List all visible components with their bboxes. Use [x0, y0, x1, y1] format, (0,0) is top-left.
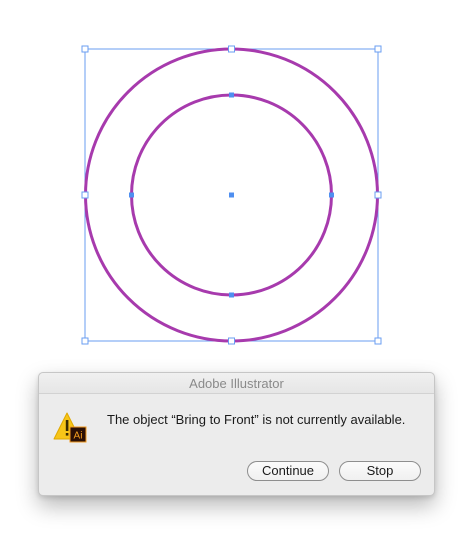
alert-dialog: Adobe Illustrator Ai The object “Bring t…: [38, 372, 435, 496]
stop-button[interactable]: Stop: [339, 461, 421, 481]
handle-top-middle[interactable]: [228, 45, 235, 53]
inner-anchor-top[interactable]: [229, 92, 234, 98]
warning-icon: Ai: [53, 412, 87, 443]
dialog-message: The object “Bring to Front” is not curre…: [107, 412, 406, 427]
dialog-title: Adobe Illustrator: [39, 373, 434, 394]
inner-anchor-bottom[interactable]: [229, 292, 234, 298]
inner-anchor-left[interactable]: [129, 192, 134, 198]
handle-top-right[interactable]: [374, 45, 382, 53]
continue-button[interactable]: Continue: [247, 461, 329, 481]
center-point[interactable]: [229, 192, 234, 198]
handle-bottom-middle[interactable]: [228, 337, 235, 345]
handle-middle-right[interactable]: [374, 191, 382, 199]
artboard-canvas[interactable]: [0, 0, 474, 360]
app-badge-label: Ai: [74, 431, 83, 442]
handle-bottom-right[interactable]: [374, 337, 382, 345]
handle-bottom-left[interactable]: [81, 337, 89, 345]
handle-top-left[interactable]: [81, 45, 89, 53]
inner-anchor-right[interactable]: [329, 192, 334, 198]
illustrator-app-icon: Ai: [69, 426, 87, 443]
handle-middle-left[interactable]: [81, 191, 89, 199]
